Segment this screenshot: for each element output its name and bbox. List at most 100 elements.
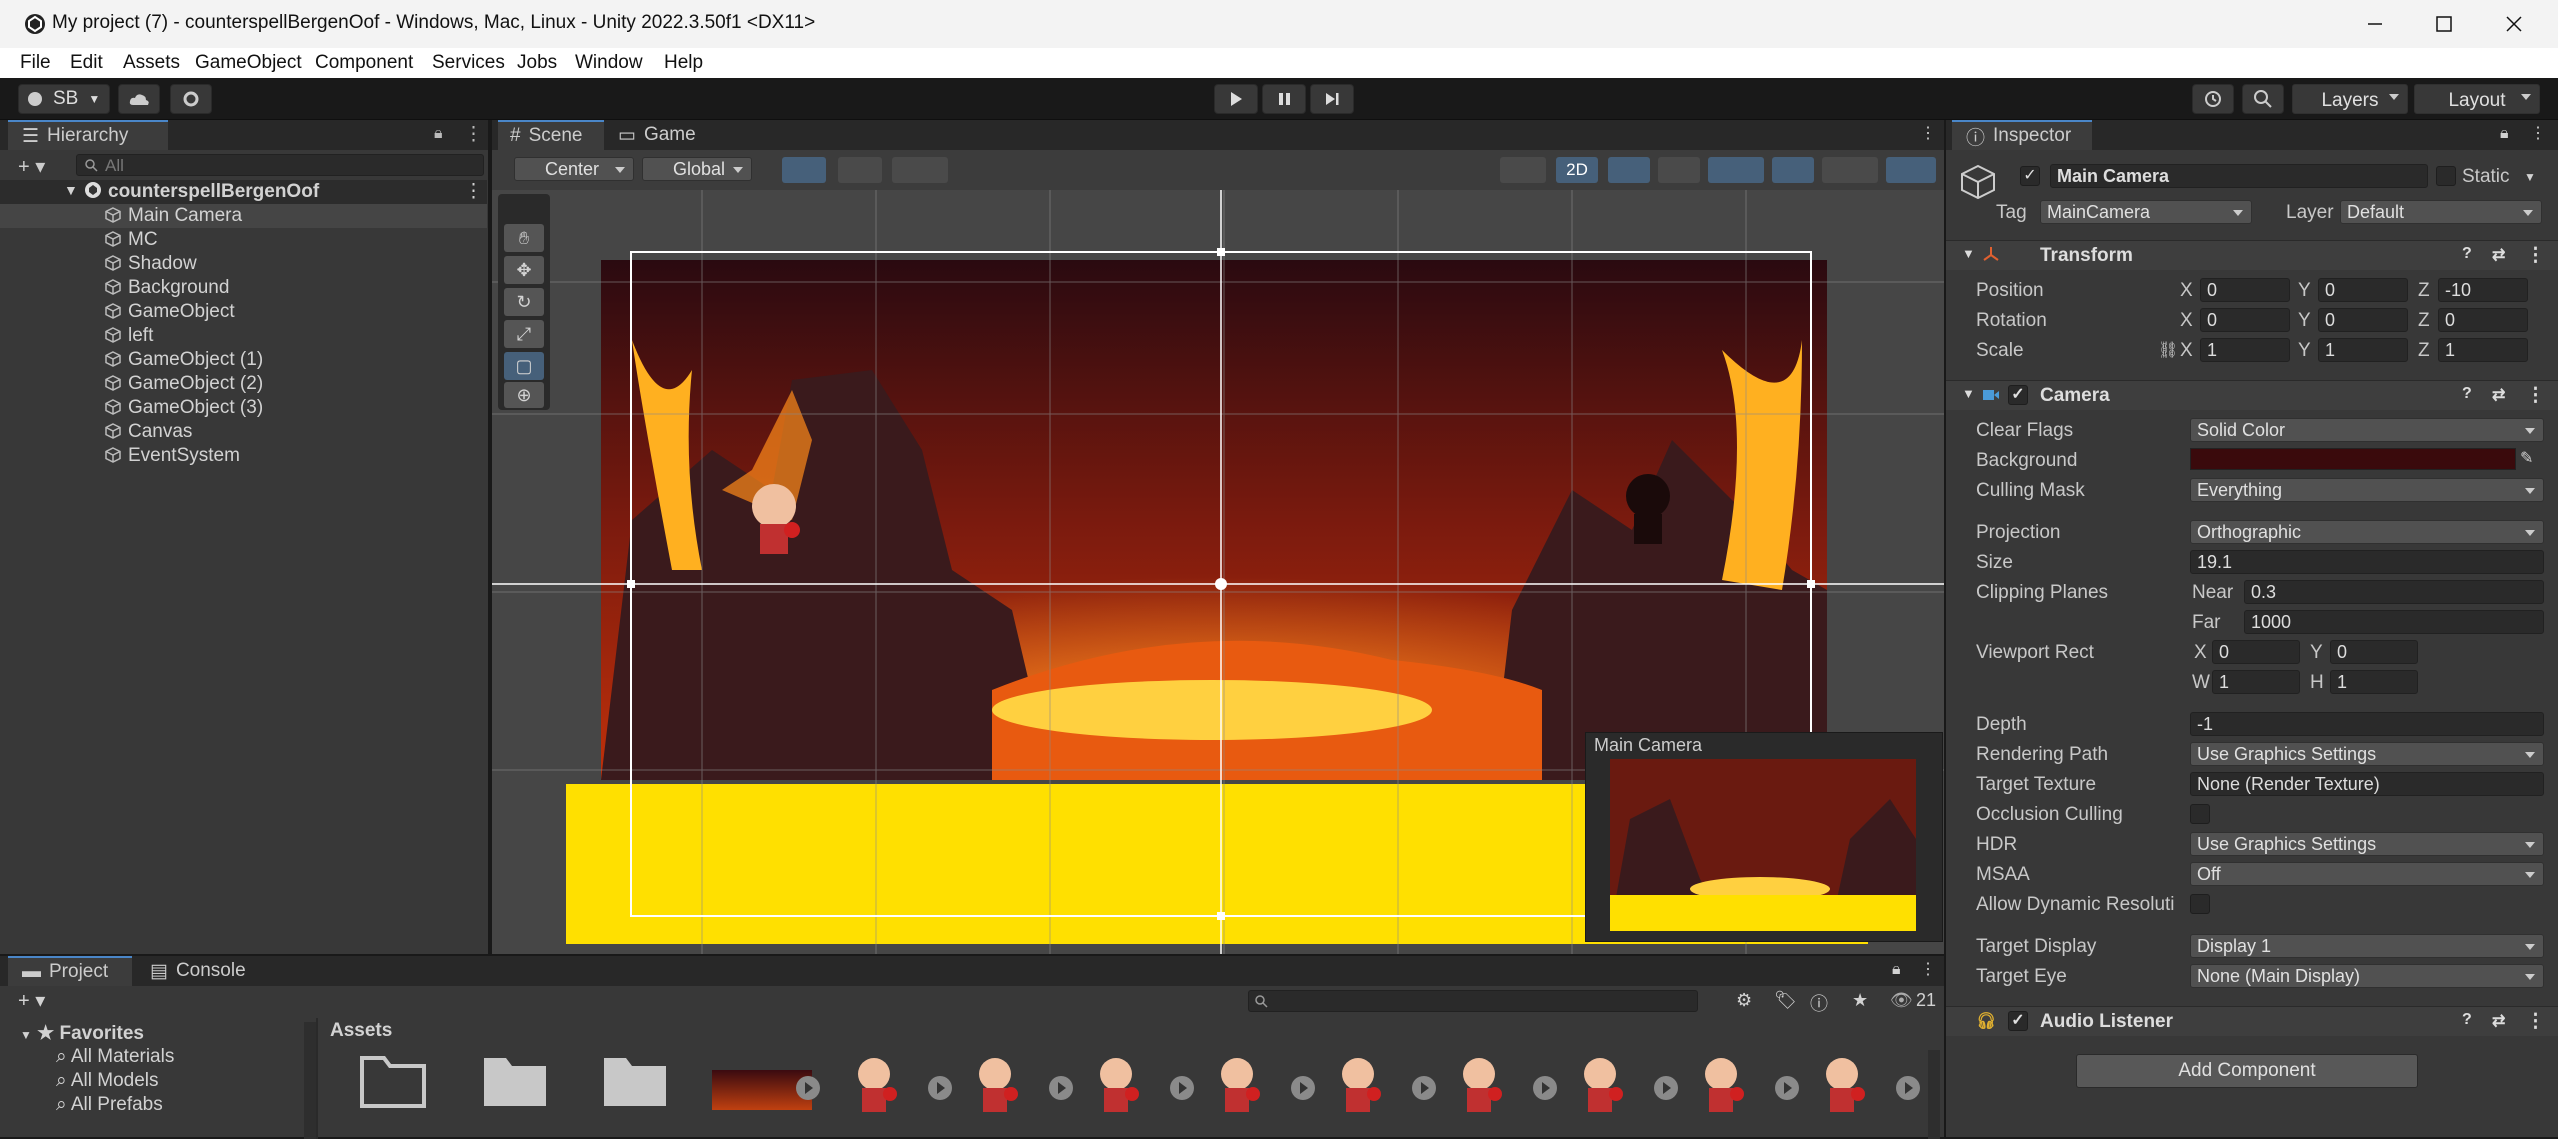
help-icon[interactable]: ? bbox=[2462, 245, 2472, 263]
character-sprite-asset[interactable] bbox=[1084, 1050, 1154, 1120]
rect-tool-icon[interactable]: ▢ bbox=[504, 352, 544, 380]
kebab-menu-icon[interactable]: ⋮ bbox=[2526, 384, 2545, 407]
move-tool-icon[interactable]: ✥ bbox=[504, 256, 544, 284]
layers-dropdown[interactable]: Layers bbox=[2292, 84, 2408, 114]
eyedropper-icon[interactable]: ✎ bbox=[2520, 448, 2533, 468]
folder-asset[interactable] bbox=[480, 1050, 550, 1120]
pause-button[interactable] bbox=[1262, 84, 1306, 114]
audio-listener-checkbox[interactable]: ✓ bbox=[2008, 1011, 2028, 1031]
gizmos-button[interactable] bbox=[1886, 157, 1936, 183]
background-color-swatch[interactable] bbox=[2190, 448, 2516, 470]
constrain-proportions-icon[interactable]: ⛓︎ bbox=[2158, 340, 2178, 360]
size-field[interactable]: 19.1 bbox=[2190, 550, 2544, 574]
shading-mode-button[interactable] bbox=[1500, 157, 1546, 183]
menu-services[interactable]: Services bbox=[432, 52, 505, 74]
character-sprite-asset[interactable] bbox=[1568, 1050, 1638, 1120]
scene-root-row[interactable]: ▼ counterspellBergenOof ⋮ bbox=[0, 180, 487, 204]
character-sprite-asset[interactable] bbox=[1689, 1050, 1759, 1120]
tab-game[interactable]: ▭ Game bbox=[606, 120, 716, 150]
pivot-dropdown[interactable]: Center bbox=[514, 157, 634, 181]
hierarchy-item[interactable]: Background bbox=[0, 276, 487, 300]
target-texture-field[interactable]: None (Render Texture) bbox=[2190, 772, 2544, 796]
character-sprite-asset[interactable] bbox=[1205, 1050, 1275, 1120]
scale-y-field[interactable]: 1 bbox=[2318, 338, 2408, 362]
tab-scene[interactable]: # Scene bbox=[498, 120, 604, 150]
hierarchy-item[interactable]: MC bbox=[0, 228, 487, 252]
hand-tool-icon[interactable]: ✋︎ bbox=[504, 224, 544, 252]
kebab-menu-icon[interactable]: ⋮ bbox=[464, 180, 483, 203]
vp-y-field[interactable]: 0 bbox=[2330, 640, 2418, 664]
tab-inspector[interactable]: ⓘ Inspector bbox=[1952, 120, 2092, 150]
maximize-icon[interactable] bbox=[2423, 10, 2463, 38]
lock-icon[interactable]: 🔒︎ bbox=[1892, 961, 1901, 979]
expand-sprite-icon[interactable] bbox=[1291, 1076, 1315, 1100]
preset-icon[interactable]: ⇄ bbox=[2492, 1011, 2505, 1031]
menu-jobs[interactable]: Jobs bbox=[517, 52, 557, 74]
audio-listener-header[interactable]: 🎧︎ ✓ Audio Listener ? ⇄ ⋮ bbox=[1946, 1006, 2558, 1036]
scene-canvas[interactable]: ✋︎ ✥ ↻ ⤢ ▢ ⊕ Main Camera bbox=[492, 190, 1944, 954]
camera-enabled-checkbox[interactable]: ✓ bbox=[2008, 385, 2028, 405]
lock-icon[interactable]: 🔒︎ bbox=[434, 125, 443, 143]
scale-z-field[interactable]: 1 bbox=[2438, 338, 2528, 362]
hierarchy-item[interactable]: Shadow bbox=[0, 252, 487, 276]
visibility-toggle[interactable] bbox=[1772, 157, 1814, 183]
kebab-menu-icon[interactable]: ⋮ bbox=[2526, 244, 2545, 267]
expand-sprite-icon[interactable] bbox=[1412, 1076, 1436, 1100]
hierarchy-item[interactable]: GameObject (3) bbox=[0, 396, 487, 420]
folder-asset[interactable] bbox=[358, 1050, 428, 1120]
close-icon[interactable] bbox=[2493, 10, 2533, 38]
character-sprite-asset[interactable] bbox=[963, 1050, 1033, 1120]
kebab-menu-icon[interactable]: ⋮ bbox=[1920, 123, 1936, 143]
menu-window[interactable]: Window bbox=[575, 52, 643, 74]
hierarchy-item[interactable]: GameObject (1) bbox=[0, 348, 487, 372]
expand-sprite-icon[interactable] bbox=[1654, 1076, 1678, 1100]
search-button[interactable] bbox=[2242, 84, 2284, 114]
tab-hierarchy[interactable]: ☰ Hierarchy bbox=[8, 120, 168, 150]
space-dropdown[interactable]: Global bbox=[642, 157, 752, 181]
collab-button[interactable] bbox=[170, 84, 212, 114]
history-button[interactable] bbox=[2192, 84, 2234, 114]
character-sprite-asset[interactable] bbox=[1447, 1050, 1517, 1120]
character-sprite-asset[interactable] bbox=[1326, 1050, 1396, 1120]
2d-toggle[interactable]: 2D bbox=[1556, 157, 1598, 183]
preset-icon[interactable]: ⇄ bbox=[2492, 245, 2505, 265]
grid-snap-button[interactable] bbox=[782, 157, 826, 183]
favorite-all-models[interactable]: ⌕ All Models bbox=[56, 1070, 159, 1092]
filter-type-icon[interactable]: ⚙︎ bbox=[1736, 990, 1752, 1011]
chevron-down-icon[interactable]: ▼ bbox=[2524, 170, 2536, 184]
scale-tool-icon[interactable]: ⤢ bbox=[504, 320, 544, 348]
effects-toggle[interactable] bbox=[1708, 157, 1764, 183]
projection-dropdown[interactable]: Orthographic bbox=[2190, 520, 2544, 544]
static-checkbox[interactable] bbox=[2436, 166, 2456, 186]
vp-w-field[interactable]: 1 bbox=[2212, 670, 2300, 694]
tag-dropdown[interactable]: MainCamera bbox=[2040, 200, 2252, 224]
transform-tool-icon[interactable]: ⊕ bbox=[504, 382, 544, 408]
dynamic-resolution-checkbox[interactable] bbox=[2190, 894, 2210, 914]
menu-file[interactable]: File bbox=[20, 52, 51, 74]
character-sprite-asset[interactable] bbox=[1810, 1050, 1880, 1120]
position-x-field[interactable]: 0 bbox=[2200, 278, 2290, 302]
assets-scrollbar[interactable] bbox=[1928, 1050, 1940, 1139]
label-icon[interactable]: 🏷︎ bbox=[1774, 990, 1797, 1011]
hierarchy-item[interactable]: EventSystem bbox=[0, 444, 487, 468]
step-button[interactable] bbox=[1310, 84, 1354, 114]
expand-sprite-icon[interactable] bbox=[796, 1076, 820, 1100]
expand-sprite-icon[interactable] bbox=[1049, 1076, 1073, 1100]
active-checkbox[interactable]: ✓ bbox=[2020, 166, 2040, 186]
tree-scrollbar[interactable] bbox=[304, 1022, 316, 1139]
tab-project[interactable]: ▬ Project bbox=[8, 956, 132, 986]
far-field[interactable]: 1000 bbox=[2244, 610, 2544, 634]
favorites-header[interactable]: ▼ ★ Favorites bbox=[20, 1022, 144, 1045]
hierarchy-item[interactable]: left bbox=[0, 324, 487, 348]
rendering-path-dropdown[interactable]: Use Graphics Settings bbox=[2190, 742, 2544, 766]
kebab-menu-icon[interactable]: ⋮ bbox=[1920, 959, 1936, 979]
scale-x-field[interactable]: 1 bbox=[2200, 338, 2290, 362]
favorite-all-prefabs[interactable]: ⌕ All Prefabs bbox=[56, 1094, 163, 1116]
hdr-dropdown[interactable]: Use Graphics Settings bbox=[2190, 832, 2544, 856]
help-icon[interactable]: ? bbox=[2462, 385, 2472, 403]
menu-component[interactable]: Component bbox=[315, 52, 413, 74]
play-button[interactable] bbox=[1214, 84, 1258, 114]
layer-dropdown[interactable]: Default bbox=[2340, 200, 2542, 224]
kebab-menu-icon[interactable]: ⋮ bbox=[464, 123, 483, 146]
preset-icon[interactable]: ⇄ bbox=[2492, 385, 2505, 405]
